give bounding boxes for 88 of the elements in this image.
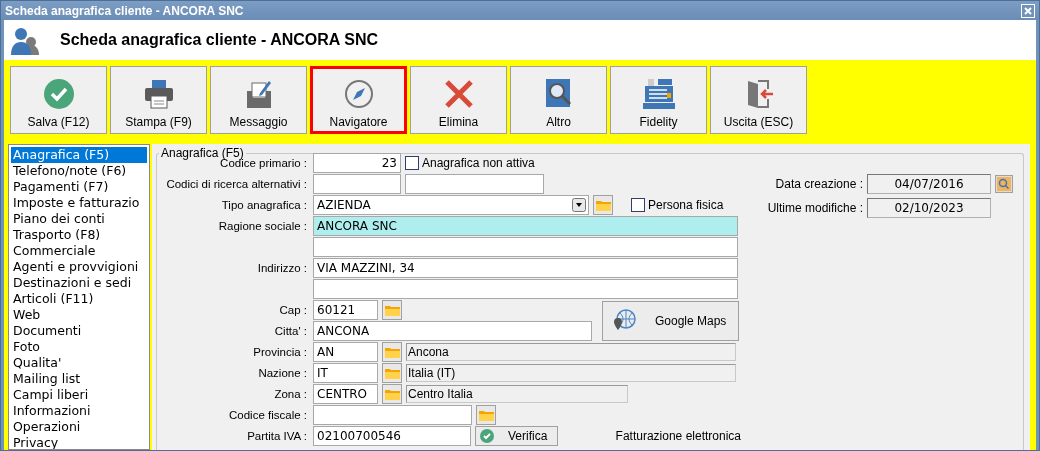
folder-button[interactable] <box>382 384 402 404</box>
description-field: Centro Italia <box>406 385 628 403</box>
section-item[interactable]: Commerciale <box>11 243 147 259</box>
input-field[interactable] <box>313 405 472 425</box>
page-title: Scheda anagrafica cliente - ANCORA SNC <box>60 31 378 49</box>
folder-icon <box>384 388 400 400</box>
google-maps-button[interactable]: Google Maps <box>602 300 739 341</box>
input-field[interactable]: CENTRO <box>313 384 378 404</box>
field-label: Data creazione : <box>775 177 863 191</box>
input-field[interactable]: VIA MAZZINI, 34 <box>313 258 738 278</box>
folder-button[interactable] <box>593 195 613 215</box>
input-field[interactable]: 02100700546 <box>313 426 471 446</box>
toolbar-button[interactable]: Altro <box>510 66 607 134</box>
folder-icon <box>384 346 400 358</box>
field-label: Codici di ricerca alternativi : <box>165 178 308 190</box>
folder-icon <box>595 199 611 211</box>
folder-icon <box>478 409 494 421</box>
checkbox[interactable]: Persona fisica <box>631 198 724 212</box>
dropdown[interactable]: AZIENDA <box>313 195 589 215</box>
close-icon <box>1023 5 1033 16</box>
field-label: Nazione : <box>257 367 308 379</box>
cash-register-icon <box>641 77 676 111</box>
checkmark-icon <box>480 429 494 443</box>
section-item[interactable]: Pagamenti (F7) <box>11 179 147 195</box>
input-field[interactable]: 23 <box>313 153 401 173</box>
field-label: Zona : <box>273 388 308 400</box>
description-field: Ancona <box>406 343 736 361</box>
section-item[interactable]: Imposte e fatturazio <box>11 195 147 211</box>
input-field[interactable] <box>313 279 738 299</box>
toolbar-button[interactable]: Navigatore <box>310 66 407 134</box>
section-item[interactable]: Operazioni <box>11 419 147 435</box>
input-field[interactable] <box>405 174 544 194</box>
section-item[interactable]: Privacy <box>11 435 147 449</box>
search-icon <box>997 177 1011 191</box>
folder-button[interactable] <box>382 363 402 383</box>
folder-button[interactable] <box>382 300 402 320</box>
toolbar-button[interactable]: Stampa (F9) <box>110 66 207 134</box>
section-item[interactable]: Foto <box>11 339 147 355</box>
section-item[interactable]: Articoli (F11) <box>11 291 147 307</box>
section-item[interactable]: Mailing list <box>11 371 147 387</box>
input-field[interactable]: 60121 <box>313 300 378 320</box>
window-title: Scheda anagrafica cliente - ANCORA SNC <box>5 3 244 18</box>
verify-button[interactable]: Verifica <box>475 426 558 446</box>
section-item[interactable]: Informazioni <box>11 403 147 419</box>
field-label: Partita IVA : <box>246 430 308 442</box>
group-title: Fatturazione elettronica <box>615 429 741 443</box>
section-item[interactable]: Trasporto (F8) <box>11 227 147 243</box>
close-button[interactable] <box>1021 3 1035 18</box>
toolbar-button[interactable]: Salva (F12) <box>10 66 107 134</box>
toolbar-button[interactable]: Fidelity <box>610 66 707 134</box>
checkmark-icon <box>41 77 76 111</box>
field-label: Provincia : <box>252 346 308 358</box>
field-label: Cap : <box>278 304 308 316</box>
section-item[interactable]: Destinazioni e sedi <box>11 275 147 291</box>
section-item[interactable]: Anagrafica (F5) <box>11 147 147 163</box>
folder-icon <box>384 304 400 316</box>
section-item[interactable]: Web <box>11 307 147 323</box>
description-field: Italia (IT) <box>406 364 736 382</box>
field-label: Codice fiscale : <box>228 409 308 421</box>
input-field[interactable]: AN <box>313 342 378 362</box>
input-field[interactable] <box>313 237 738 257</box>
users-icon <box>10 25 40 55</box>
field-label: Tipo anagrafica : <box>220 199 308 211</box>
input-field[interactable] <box>313 174 401 194</box>
toolbar-button[interactable]: Uscita (ESC) <box>710 66 807 134</box>
field-label: Indirizzo : <box>256 262 308 274</box>
section-item[interactable]: Campi liberi <box>11 387 147 403</box>
date-field: 04/07/2016 <box>867 174 991 194</box>
input-field[interactable]: ANCORA SNC <box>313 216 738 236</box>
field-label: Ragione sociale : <box>217 220 308 232</box>
section-item[interactable]: Agenti e provvigioni <box>11 259 147 275</box>
input-field[interactable]: IT <box>313 363 378 383</box>
toolbar-button[interactable]: Messaggio <box>210 66 307 134</box>
folder-icon <box>384 367 400 379</box>
folder-button[interactable] <box>382 342 402 362</box>
section-item[interactable]: Piano dei conti <box>11 211 147 227</box>
checkbox[interactable]: Anagrafica non attiva <box>405 156 535 170</box>
input-field[interactable]: ANCONA <box>313 321 592 341</box>
section-item[interactable]: Documenti <box>11 323 147 339</box>
field-label: Citta' : <box>273 325 308 337</box>
section-item[interactable]: Telefono/note (F6) <box>11 163 147 179</box>
folder-button[interactable] <box>476 405 496 425</box>
search-button[interactable] <box>995 175 1013 193</box>
toolbar-button[interactable]: Elimina <box>410 66 507 134</box>
date-field: 02/10/2023 <box>867 198 991 218</box>
field-label: Ultime modifiche : <box>767 201 863 215</box>
group-title: Anagrafica (F5) <box>160 146 244 160</box>
section-item[interactable]: Qualita' <box>11 355 147 371</box>
